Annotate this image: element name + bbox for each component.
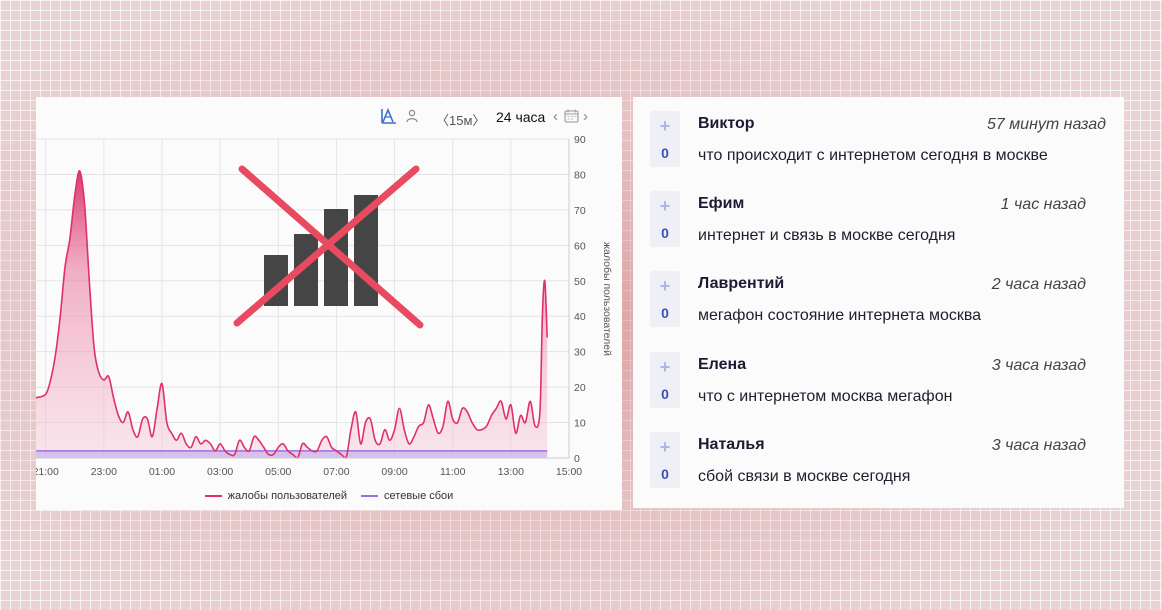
comment-author: Ефим xyxy=(698,195,745,212)
comment-author: Елена xyxy=(698,356,747,373)
y-tick-label: 50 xyxy=(574,276,586,288)
comment-item: + 0 Ефим 1 час назад интернет и связь в … xyxy=(633,177,1124,247)
y-tick-label: 0 xyxy=(574,453,580,465)
vote-box: + 0 xyxy=(650,111,680,167)
vote-box: + 0 xyxy=(650,352,680,408)
vote-box: + 0 xyxy=(650,271,680,327)
x-tick-label: 09:00 xyxy=(381,466,407,478)
x-tick-label: 13:00 xyxy=(498,466,524,478)
comment-text: что с интернетом москва мегафон xyxy=(698,388,953,405)
comment-time: 1 час назад xyxy=(1000,196,1086,213)
y-tick-label: 40 xyxy=(574,311,586,323)
plus-icon[interactable]: + xyxy=(650,117,680,135)
comment-item: + 0 Наталья 3 часа назад сбой связи в мо… xyxy=(633,418,1124,488)
x-tick-label: 07:00 xyxy=(323,466,349,478)
vote-count: 0 xyxy=(661,386,669,402)
comment-text: интернет и связь в москве сегодня xyxy=(698,227,956,244)
plus-icon[interactable]: + xyxy=(650,277,680,295)
legend-item-complaints[interactable]: жалобы пользователей xyxy=(204,490,348,502)
comment-item: + 0 Елена 3 часа назад что с интернетом … xyxy=(633,338,1124,408)
plus-icon[interactable]: + xyxy=(650,197,680,215)
x-tick-label: 23:00 xyxy=(91,466,117,478)
comment-author: Наталья xyxy=(698,436,765,453)
y-axis-label: жалобы пользователей xyxy=(601,242,613,356)
comment-time: 57 минут назад xyxy=(986,116,1106,133)
comment-item: + 0 Лаврентий 2 часа назад мегафон состо… xyxy=(633,257,1124,327)
comment-text: что происходит с интернетом сегодня в мо… xyxy=(698,147,1048,164)
comment-time: 3 часа назад xyxy=(991,437,1086,454)
vote-count: 0 xyxy=(661,305,669,321)
comment-time: 3 часа назад xyxy=(991,357,1086,374)
y-tick-label: 10 xyxy=(574,418,586,430)
x-tick-label: 21:00 xyxy=(36,466,59,478)
legend-swatch-complaints xyxy=(204,495,222,497)
comment-author: Лаврентий xyxy=(698,275,785,292)
y-tick-label: 80 xyxy=(574,169,586,181)
y-tick-label: 90 xyxy=(574,134,586,146)
legend-swatch-outages xyxy=(361,495,379,497)
chart-legend: жалобы пользователей сетевые сбои xyxy=(36,490,622,502)
y-tick-label: 30 xyxy=(574,347,586,359)
y-tick-label: 60 xyxy=(574,240,586,252)
vote-box: + 0 xyxy=(650,432,680,488)
vote-count: 0 xyxy=(661,145,669,161)
signal-bars-crossed-icon xyxy=(233,165,424,329)
vote-count: 0 xyxy=(661,225,669,241)
comment-text: сбой связи в москве сегодня xyxy=(698,468,911,485)
y-tick-label: 70 xyxy=(574,205,586,217)
legend-label-outages: сетевые сбои xyxy=(384,490,454,502)
comments-panel: + 0 Виктор 57 минут назад что происходит… xyxy=(633,97,1124,508)
legend-item-outages[interactable]: сетевые сбои xyxy=(361,490,453,502)
x-tick-label: 15:00 xyxy=(556,466,582,478)
plus-icon[interactable]: + xyxy=(650,438,680,456)
vote-box: + 0 xyxy=(650,191,680,247)
legend-label-complaints: жалобы пользователей xyxy=(227,490,348,502)
x-tick-label: 05:00 xyxy=(265,466,291,478)
comment-item: + 0 Виктор 57 минут назад что происходит… xyxy=(633,97,1124,167)
comment-text: мегафон состояние интернета москва xyxy=(698,307,982,324)
x-tick-label: 11:00 xyxy=(440,466,466,478)
y-tick-label: 20 xyxy=(574,382,586,394)
outage-chart-panel: 〈15м〉 24 часа ‹ › 010203040506070809021:… xyxy=(36,97,622,510)
x-tick-label: 03:00 xyxy=(207,466,233,478)
comment-time: 2 часа назад xyxy=(991,276,1086,293)
comment-author: Виктор xyxy=(698,115,755,132)
plus-icon[interactable]: + xyxy=(650,358,680,376)
x-tick-label: 01:00 xyxy=(149,466,175,478)
complaints-chart: 0 10 20 30 40 50 60 70 80 90 21:00 23:00 01:00 03:00 0… xyxy=(36,134,613,478)
vote-count: 0 xyxy=(661,466,669,482)
